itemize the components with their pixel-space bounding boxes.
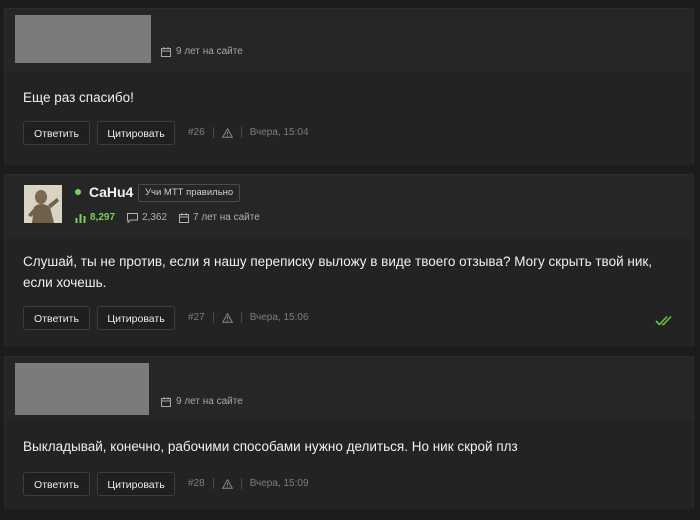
double-check-icon — [655, 315, 672, 326]
join-info: 9 лет на сайте — [161, 396, 243, 407]
message-text: Слушай, ты не против, если я нашу перепи… — [23, 254, 653, 290]
divider — [212, 478, 214, 489]
join-text: 9 лет на сайте — [176, 46, 243, 57]
report-warning-icon[interactable] — [221, 127, 233, 138]
post-footer-meta: #28 Вчера, 15:09 — [188, 478, 309, 489]
divider — [212, 127, 214, 138]
divider — [240, 312, 242, 323]
post-number[interactable]: #26 — [188, 127, 205, 138]
quote-button[interactable]: Цитировать — [97, 121, 175, 145]
username[interactable]: CaHu4 — [89, 184, 133, 200]
post-time: Вчера, 15:09 — [249, 478, 309, 489]
post-26: 9 лет на сайте Еще раз спасибо! Ответить… — [4, 8, 694, 165]
post-number[interactable]: #28 — [188, 478, 205, 489]
online-status-icon — [75, 189, 81, 195]
messages-count: 2,362 — [142, 212, 168, 223]
post-header: CaHu4 Учи МТТ правильно 8,297 2,362 7 ле… — [5, 175, 693, 238]
post-body: Еще раз спасибо! Ответить Цитировать #26… — [5, 72, 693, 165]
bar-chart-icon — [75, 213, 86, 223]
message-text: Еще раз спасибо! — [23, 90, 134, 105]
post-time: Вчера, 15:06 — [249, 312, 309, 323]
post-time: Вчера, 15:04 — [249, 127, 309, 138]
post-footer-meta: #27 Вчера, 15:06 — [188, 312, 309, 323]
report-warning-icon[interactable] — [221, 478, 233, 489]
reply-button[interactable]: Ответить — [23, 121, 90, 145]
reply-button[interactable]: Ответить — [23, 472, 90, 496]
join-info: 9 лет на сайте — [161, 46, 243, 57]
post-number[interactable]: #27 — [188, 312, 205, 323]
calendar-icon — [179, 212, 189, 223]
divider — [240, 127, 242, 138]
message-icon — [127, 212, 138, 223]
redacted-user-info — [15, 363, 149, 415]
post-body: Слушай, ты не против, если я нашу перепи… — [5, 238, 693, 347]
join-text: 9 лет на сайте — [176, 396, 243, 407]
rating-value: 8,297 — [90, 212, 116, 223]
post-28: 9 лет на сайте Выкладывай, конечно, рабо… — [4, 356, 694, 509]
rating-stat: 8,297 — [75, 212, 115, 223]
messages-stat: 2,362 — [127, 212, 167, 223]
quote-button[interactable]: Цитировать — [97, 306, 175, 330]
join-text: 7 лет на сайте — [193, 212, 260, 223]
calendar-icon — [161, 46, 171, 57]
avatar[interactable] — [24, 185, 62, 223]
join-info: 7 лет на сайте — [179, 212, 260, 223]
user-title-badge: Учи МТТ правильно — [138, 184, 241, 202]
divider — [240, 478, 242, 489]
post-27: CaHu4 Учи МТТ правильно 8,297 2,362 7 ле… — [4, 174, 694, 347]
post-body: Выкладывай, конечно, рабочими способами … — [5, 420, 693, 509]
quote-button[interactable]: Цитировать — [97, 472, 175, 496]
post-header: 9 лет на сайте — [5, 357, 693, 420]
message-text: Выкладывай, конечно, рабочими способами … — [23, 439, 518, 454]
reply-button[interactable]: Ответить — [23, 306, 90, 330]
divider — [212, 312, 214, 323]
report-warning-icon[interactable] — [221, 312, 233, 323]
post-header: 9 лет на сайте — [5, 9, 693, 72]
post-footer-meta: #26 Вчера, 15:04 — [188, 127, 309, 138]
redacted-user-info — [15, 15, 151, 63]
calendar-icon — [161, 396, 171, 407]
